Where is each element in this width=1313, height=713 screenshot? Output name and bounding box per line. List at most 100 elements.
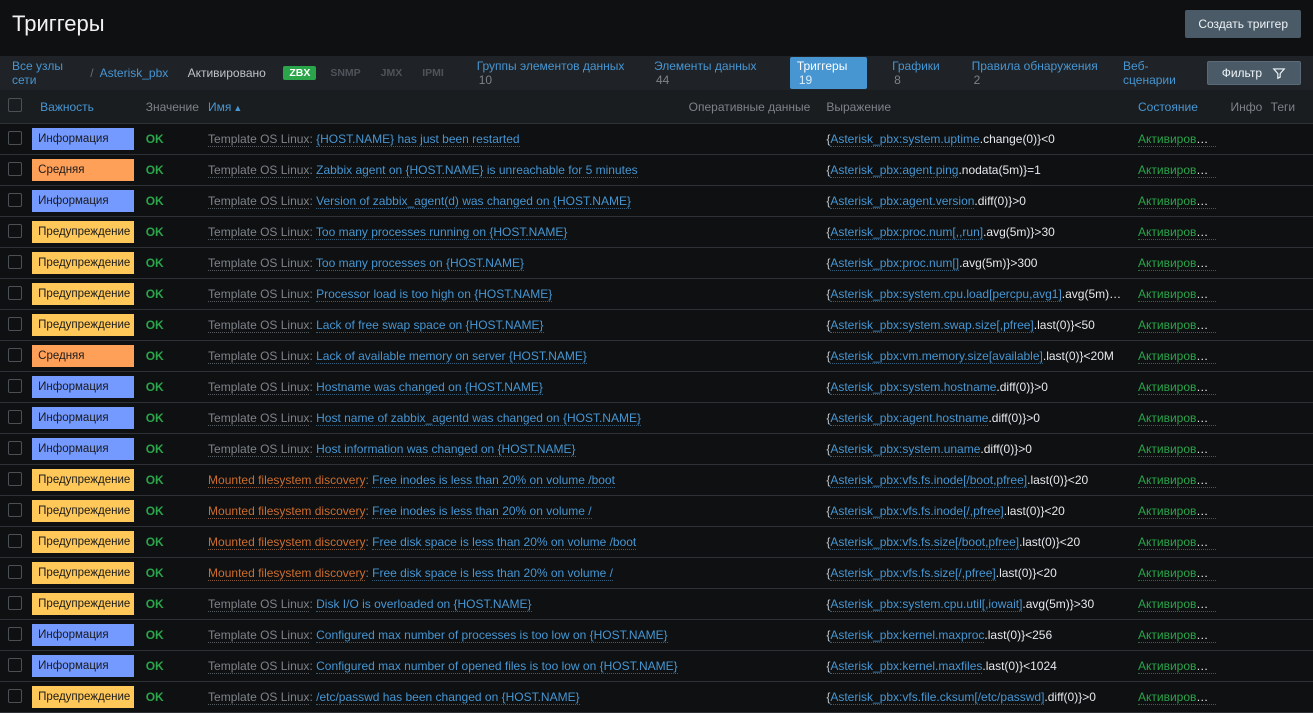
expression-item-link[interactable]: Asterisk_pbx:vfs.fs.inode[/boot,pfree] xyxy=(830,473,1027,488)
nav-triggers[interactable]: Триггеры 19 xyxy=(790,57,867,89)
row-checkbox[interactable] xyxy=(8,503,22,517)
template-link[interactable]: Template OS Linux xyxy=(208,597,309,612)
filter-toggle-button[interactable]: Фильтр xyxy=(1207,61,1301,85)
row-checkbox[interactable] xyxy=(8,534,22,548)
expression-item-link[interactable]: Asterisk_pbx:kernel.maxfiles xyxy=(830,659,982,674)
trigger-link[interactable]: Free inodes is less than 20% on volume /… xyxy=(372,473,615,488)
trigger-link[interactable]: Free disk space is less than 20% on volu… xyxy=(372,566,613,581)
row-checkbox[interactable] xyxy=(8,317,22,331)
trigger-link[interactable]: Free disk space is less than 20% on volu… xyxy=(372,535,636,550)
row-checkbox[interactable] xyxy=(8,224,22,238)
trigger-link[interactable]: Hostname was changed on {HOST.NAME} xyxy=(316,380,543,395)
trigger-link[interactable]: Version of zabbix_agent(d) was changed o… xyxy=(316,194,631,209)
state-link[interactable]: Активировано xyxy=(1138,256,1216,271)
state-link[interactable]: Активировано xyxy=(1138,349,1216,364)
trigger-link[interactable]: Host name of zabbix_agentd was changed o… xyxy=(316,411,641,426)
expression-item-link[interactable]: Asterisk_pbx:vfs.fs.size[/,pfree] xyxy=(830,566,995,581)
expression-item-link[interactable]: Asterisk_pbx:vfs.fs.inode[/,pfree] xyxy=(830,504,1003,519)
nav-items[interactable]: Элементы данных 44 xyxy=(654,59,765,87)
trigger-link[interactable]: Configured max number of opened files is… xyxy=(316,659,678,674)
trigger-link[interactable]: Free inodes is less than 20% on volume / xyxy=(372,504,591,519)
state-link[interactable]: Активировано xyxy=(1138,318,1216,333)
row-checkbox[interactable] xyxy=(8,255,22,269)
row-checkbox[interactable] xyxy=(8,565,22,579)
state-link[interactable]: Активировано xyxy=(1138,194,1216,209)
row-checkbox[interactable] xyxy=(8,596,22,610)
expression-item-link[interactable]: Asterisk_pbx:proc.num[,,run] xyxy=(830,225,983,240)
state-link[interactable]: Активировано xyxy=(1138,659,1216,674)
expression-item-link[interactable]: Asterisk_pbx:system.cpu.util[,iowait] xyxy=(830,597,1022,612)
interface-pill-zbx[interactable]: ZBX xyxy=(283,66,316,80)
expression-item-link[interactable]: Asterisk_pbx:agent.hostname xyxy=(830,411,988,426)
template-link[interactable]: Template OS Linux xyxy=(208,163,309,178)
col-state[interactable]: Состояние xyxy=(1130,90,1222,124)
state-link[interactable]: Активировано xyxy=(1138,225,1216,240)
trigger-link[interactable]: Host information was changed on {HOST.NA… xyxy=(316,442,575,457)
template-link[interactable]: Template OS Linux xyxy=(208,659,309,674)
col-name[interactable]: Имя▲ Оперативные данные xyxy=(200,90,818,124)
create-trigger-button[interactable]: Создать триггер xyxy=(1185,10,1301,38)
expression-item-link[interactable]: Asterisk_pbx:agent.ping xyxy=(830,163,958,178)
template-link[interactable]: Template OS Linux xyxy=(208,256,309,271)
state-link[interactable]: Активировано xyxy=(1138,287,1216,302)
template-link[interactable]: Mounted filesystem discovery xyxy=(208,566,365,581)
row-checkbox[interactable] xyxy=(8,410,22,424)
state-link[interactable]: Активировано xyxy=(1138,411,1216,426)
expression-item-link[interactable]: Asterisk_pbx:agent.version xyxy=(830,194,974,209)
state-link[interactable]: Активировано xyxy=(1138,504,1216,519)
nav-applications[interactable]: Группы элементов данных 10 xyxy=(477,59,629,87)
template-link[interactable]: Template OS Linux xyxy=(208,442,309,457)
state-link[interactable]: Активировано xyxy=(1138,597,1216,612)
template-link[interactable]: Mounted filesystem discovery xyxy=(208,535,365,550)
trigger-link[interactable]: Too many processes on {HOST.NAME} xyxy=(316,256,524,271)
state-link[interactable]: Активировано xyxy=(1138,535,1216,550)
trigger-link[interactable]: Processor load is too high on {HOST.NAME… xyxy=(316,287,552,302)
expression-item-link[interactable]: Asterisk_pbx:kernel.maxproc xyxy=(830,628,984,643)
row-checkbox[interactable] xyxy=(8,131,22,145)
breadcrumb-all-hosts[interactable]: Все узлы сети xyxy=(12,59,84,87)
template-link[interactable]: Template OS Linux xyxy=(208,411,309,426)
expression-item-link[interactable]: Asterisk_pbx:system.swap.size[,pfree] xyxy=(830,318,1033,333)
row-checkbox[interactable] xyxy=(8,286,22,300)
template-link[interactable]: Template OS Linux xyxy=(208,225,309,240)
row-checkbox[interactable] xyxy=(8,658,22,672)
row-checkbox[interactable] xyxy=(8,193,22,207)
row-checkbox[interactable] xyxy=(8,162,22,176)
trigger-link[interactable]: /etc/passwd has been changed on {HOST.NA… xyxy=(316,690,580,705)
template-link[interactable]: Template OS Linux xyxy=(208,380,309,395)
row-checkbox[interactable] xyxy=(8,689,22,703)
row-checkbox[interactable] xyxy=(8,441,22,455)
trigger-link[interactable]: Lack of available memory on server {HOST… xyxy=(316,349,587,364)
expression-item-link[interactable]: Asterisk_pbx:system.hostname xyxy=(830,380,996,395)
expression-item-link[interactable]: Asterisk_pbx:vfs.file.cksum[/etc/passwd] xyxy=(830,690,1044,705)
template-link[interactable]: Template OS Linux xyxy=(208,318,309,333)
state-link[interactable]: Активировано xyxy=(1138,473,1216,488)
breadcrumb-host[interactable]: Asterisk_pbx xyxy=(100,66,169,80)
trigger-link[interactable]: {HOST.NAME} has just been restarted xyxy=(316,132,519,147)
expression-item-link[interactable]: Asterisk_pbx:system.cpu.load[percpu,avg1… xyxy=(830,287,1061,302)
col-severity[interactable]: Важность xyxy=(32,90,138,124)
template-link[interactable]: Template OS Linux xyxy=(208,349,309,364)
trigger-link[interactable]: Lack of free swap space on {HOST.NAME} xyxy=(316,318,543,333)
state-link[interactable]: Активировано xyxy=(1138,163,1216,178)
nav-discovery[interactable]: Правила обнаружения 2 xyxy=(972,59,1099,87)
state-link[interactable]: Активировано xyxy=(1138,132,1216,147)
template-link[interactable]: Template OS Linux xyxy=(208,628,309,643)
template-link[interactable]: Template OS Linux xyxy=(208,132,309,147)
state-link[interactable]: Активировано xyxy=(1138,566,1216,581)
template-link[interactable]: Template OS Linux xyxy=(208,287,309,302)
template-link[interactable]: Mounted filesystem discovery xyxy=(208,473,365,488)
state-link[interactable]: Активировано xyxy=(1138,380,1216,395)
trigger-link[interactable]: Disk I/O is overloaded on {HOST.NAME} xyxy=(316,597,531,612)
expression-item-link[interactable]: Asterisk_pbx:proc.num[] xyxy=(830,256,959,271)
state-link[interactable]: Активировано xyxy=(1138,442,1216,457)
row-checkbox[interactable] xyxy=(8,379,22,393)
template-link[interactable]: Template OS Linux xyxy=(208,194,309,209)
trigger-link[interactable]: Too many processes running on {HOST.NAME… xyxy=(316,225,567,240)
expression-item-link[interactable]: Asterisk_pbx:vm.memory.size[available] xyxy=(830,349,1043,364)
state-link[interactable]: Активировано xyxy=(1138,628,1216,643)
template-link[interactable]: Template OS Linux xyxy=(208,690,309,705)
select-all-checkbox[interactable] xyxy=(8,98,22,112)
row-checkbox[interactable] xyxy=(8,627,22,641)
trigger-link[interactable]: Configured max number of processes is to… xyxy=(316,628,668,643)
